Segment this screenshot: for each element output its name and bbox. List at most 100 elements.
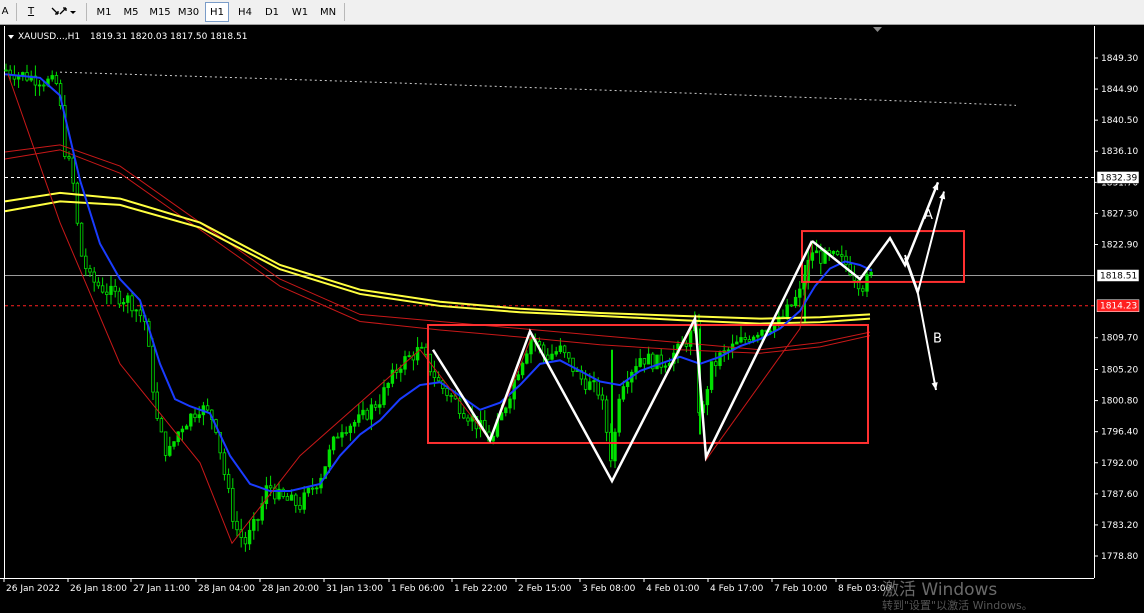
chart-shift-marker-icon (873, 27, 882, 32)
candle-body (340, 432, 344, 438)
text-label-tool-button[interactable]: A (0, 2, 10, 22)
candle-body (88, 268, 92, 273)
candle-body (819, 250, 823, 264)
candle-body (113, 285, 117, 292)
candle-body (226, 474, 231, 489)
price-label: 1822.90 (1101, 240, 1138, 250)
toolbar-separator (344, 3, 345, 21)
candle-body (739, 337, 743, 343)
time-label: 4 Feb 01:00 (646, 584, 700, 594)
level-red-badge: 1814.23 (1100, 302, 1137, 312)
price-label: 1827.30 (1101, 209, 1138, 219)
candle-body (134, 309, 138, 312)
candle-body (138, 309, 143, 317)
price-label: 1800.80 (1101, 397, 1138, 407)
candle-body (600, 394, 605, 401)
price-label: 1844.90 (1101, 85, 1138, 95)
time-label: 7 Feb 10:00 (774, 584, 828, 594)
candle-body (865, 274, 869, 292)
candle-body (369, 404, 374, 420)
blue-ema (4, 73, 873, 493)
candle-body (760, 329, 764, 336)
candle-body (516, 374, 521, 381)
timeframe-m30-button[interactable]: M30 (175, 2, 202, 22)
candle-body (109, 285, 113, 295)
arrows-tool-button[interactable] (46, 2, 76, 22)
candle-body (571, 357, 575, 372)
toolbar-separator (86, 3, 87, 21)
candle-body (436, 377, 441, 382)
timeframe-m5-button[interactable]: M5 (119, 2, 143, 22)
candle-body (298, 504, 302, 510)
candle-body (835, 250, 840, 256)
candle-body (84, 255, 88, 269)
candle-body (235, 520, 239, 531)
candle-body (243, 537, 248, 545)
time-label: 27 Jan 11:00 (133, 584, 190, 594)
candle-body (718, 352, 722, 367)
candle-body (168, 445, 172, 456)
candle-body (621, 386, 626, 400)
candle-body (709, 361, 714, 390)
timeframe-m1-button[interactable]: M1 (92, 2, 116, 22)
candle-body (462, 413, 466, 419)
text-tool-button[interactable]: T (22, 2, 40, 22)
candle-body (588, 381, 592, 390)
candle-body (638, 358, 642, 367)
candle-body (67, 156, 71, 159)
timeframe-h4-button[interactable]: H4 (234, 2, 256, 22)
toolbar-separator (16, 3, 17, 21)
candle-body (331, 436, 336, 451)
candle-body (424, 346, 428, 355)
candle-body (831, 250, 836, 254)
candle-body (562, 345, 567, 354)
price-chart[interactable]: 1849.301844.901840.501836.101831.701827.… (0, 26, 1144, 606)
time-label: 2 Feb 15:00 (518, 584, 572, 594)
price-label: 1836.10 (1101, 147, 1138, 157)
candle-body (180, 428, 185, 433)
time-label: 4 Feb 17:00 (710, 584, 764, 594)
candle-body (193, 413, 197, 419)
candle-body (554, 351, 558, 355)
candle-body (592, 380, 596, 383)
windows-activation-hint: 转到"设置"以激活 Windows。 (882, 599, 1033, 612)
price-label: 1792.00 (1101, 459, 1138, 469)
candle-body (357, 414, 361, 423)
candle-body (655, 354, 659, 370)
time-label: 26 Jan 18:00 (70, 584, 127, 594)
long-term-ma-dotted (59, 71, 1017, 106)
timeframe-m15-button[interactable]: M15 (147, 2, 173, 22)
time-label: 1 Feb 22:00 (454, 584, 508, 594)
timeframe-mn-button[interactable]: MN (317, 2, 339, 22)
candle-body (449, 395, 453, 397)
candle-body (37, 84, 42, 87)
candle-body (814, 250, 819, 254)
time-label: 3 Feb 08:00 (582, 584, 636, 594)
candle-body (604, 399, 609, 433)
candle-body (315, 487, 319, 490)
candle-body (155, 391, 159, 419)
yellow-ma-1 (4, 191, 871, 320)
candle-body (344, 432, 348, 434)
timeframe-h1-button[interactable]: H1 (205, 2, 229, 22)
candle-body (231, 487, 235, 522)
candle-body (197, 414, 201, 419)
candle-body (130, 295, 134, 312)
candle-body (121, 302, 126, 305)
candle-body (373, 404, 378, 408)
candle-body (504, 407, 508, 414)
candle-body (205, 405, 210, 411)
chart-canvas[interactable]: 1849.301844.901840.501836.101831.701827.… (0, 26, 1144, 606)
candle-body (189, 413, 193, 427)
price-label: 1805.20 (1101, 366, 1138, 376)
candle-body (567, 352, 571, 359)
candle-body (550, 353, 554, 360)
timeframe-d1-button[interactable]: D1 (261, 2, 283, 22)
candle-body (747, 339, 752, 342)
candle-body (222, 452, 227, 475)
candle-body (386, 382, 390, 389)
current-price-badge: 1818.51 (1100, 271, 1137, 281)
timeframe-w1-button[interactable]: W1 (289, 2, 311, 22)
candle-body (378, 404, 382, 408)
candle-body (743, 337, 747, 340)
